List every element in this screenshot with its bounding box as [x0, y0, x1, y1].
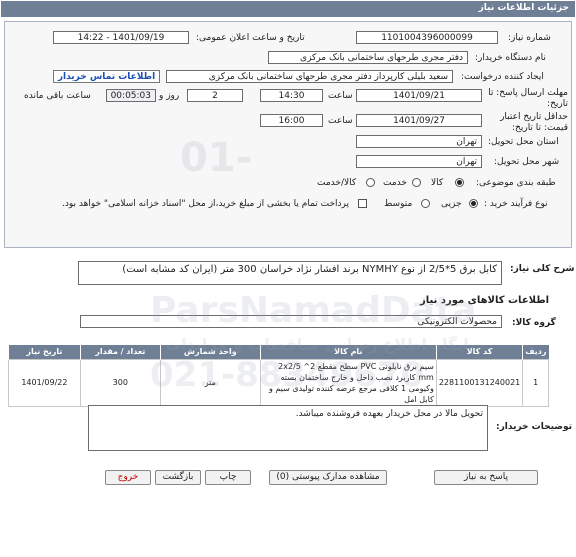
cell-row: 1 [522, 358, 549, 407]
cell-unit: متر [159, 358, 261, 407]
table-row: 1 2281100131240021 سیم برق نایلونی PVC س… [8, 358, 549, 407]
buyer-org-label: نام دستگاه خریدار: [475, 53, 546, 63]
validity-time-label: ساعت [328, 116, 353, 126]
validity-label: حداقل تاریخ اعتبار قیمت: تا تاریخ: [500, 112, 568, 133]
cell-name: سیم برق نایلونی PVC سطح مقطع 2^ 2x2/5 mm… [259, 358, 437, 407]
need-number-label: شماره نیاز: [508, 33, 551, 43]
category-label: طبقه بندی موضوعی: [476, 178, 556, 188]
announce-date-field: 1401/09/19 - 14:22 [53, 31, 189, 44]
print-button[interactable]: چاپ [205, 470, 251, 485]
summary-field: کابل برق 5*2/5 از نوع NYMHY برند افشار ن… [78, 261, 502, 285]
col-name: نام کالا [259, 345, 437, 359]
process-partial-radio[interactable] [469, 199, 478, 208]
buyer-contact-link[interactable]: اطلاعات تماس خریدار [53, 70, 160, 83]
deadline-label: مهلت ارسال پاسخ: تا تاریخ: [488, 88, 568, 109]
page-header: جزئیات اطلاعات نیاز [1, 1, 575, 17]
category-goods-service-label: کالا/خدمت [317, 178, 357, 188]
city-field: تهران [356, 155, 482, 168]
city-label: شهر محل تحویل: [494, 157, 560, 167]
category-service-radio[interactable] [412, 178, 421, 187]
view-attachments-button[interactable]: مشاهده مدارک پیوستی (0) [269, 470, 387, 485]
goods-info-title: اطلاعات کالاهای مورد نیاز [420, 295, 550, 306]
deadline-time-label: ساعت [328, 91, 353, 101]
need-number-field: 1101004396000099 [356, 31, 498, 44]
col-unit: واحد شمارش [159, 345, 261, 359]
days-label: روز و [159, 91, 180, 101]
goods-group-label: گروه کالا: [512, 318, 556, 328]
category-goods-radio[interactable] [455, 178, 464, 187]
summary-label: شرح کلی نیاز: [510, 264, 575, 274]
reply-button[interactable]: پاسخ به نیاز [434, 470, 538, 485]
province-label: استان محل تحویل: [488, 137, 559, 147]
province-field: تهران [356, 135, 482, 148]
validity-date-field: 1401/09/27 [356, 114, 482, 127]
cell-date: 1401/09/22 [8, 358, 81, 407]
deadline-time-field: 14:30 [260, 89, 323, 102]
remaining-time-label: ساعت باقی مانده [24, 91, 91, 101]
col-code: کد کالا [435, 345, 523, 359]
days-field: 2 [187, 89, 243, 102]
process-label: نوع فرآیند خرید : [484, 199, 548, 209]
cell-qty: 300 [79, 358, 161, 407]
remaining-time-field: 00:05:03 [106, 89, 156, 102]
validity-time-field: 16:00 [260, 114, 323, 127]
process-medium-label: متوسط [384, 199, 413, 209]
process-medium-radio[interactable] [421, 199, 430, 208]
col-date: تاریخ نیاز [8, 345, 81, 359]
goods-table: ردیف کد کالا نام کالا واحد شمارش تعداد /… [8, 345, 549, 407]
process-partial-label: جزیی [441, 199, 462, 209]
treasury-payment-note: پرداخت تمام یا بخشی از مبلغ خرید،از محل … [62, 199, 350, 209]
exit-button[interactable]: خروج [105, 470, 151, 485]
goods-group-field: محصولات الکترونیکی [80, 315, 502, 328]
category-goods-service-radio[interactable] [366, 178, 375, 187]
creator-field: سعید بلیلی کارپرداز دفتر مجری طرحهای ساخ… [166, 70, 453, 83]
treasury-payment-checkbox[interactable] [358, 199, 367, 208]
buyer-org-field: دفتر مجری طرحهای ساختمانی بانک مرکزی [268, 51, 468, 64]
back-button[interactable]: بازگشت [155, 470, 201, 485]
cell-code: 2281100131240021 [435, 358, 524, 407]
deadline-date-field: 1401/09/21 [356, 89, 482, 102]
col-qty: تعداد / مقدار [79, 345, 161, 359]
buyer-notes-field: تحویل مالا در محل خریدار بعهده فروشنده م… [88, 405, 488, 451]
buyer-notes-label: توضیحات خریدار: [496, 422, 572, 432]
announce-date-label: تاریخ و ساعت اعلان عمومی: [196, 33, 305, 43]
creator-label: ایجاد کننده درخواست: [461, 72, 544, 82]
category-service-label: خدمت [383, 178, 407, 188]
col-row: ردیف [522, 345, 549, 359]
category-goods-label: کالا [431, 178, 444, 188]
